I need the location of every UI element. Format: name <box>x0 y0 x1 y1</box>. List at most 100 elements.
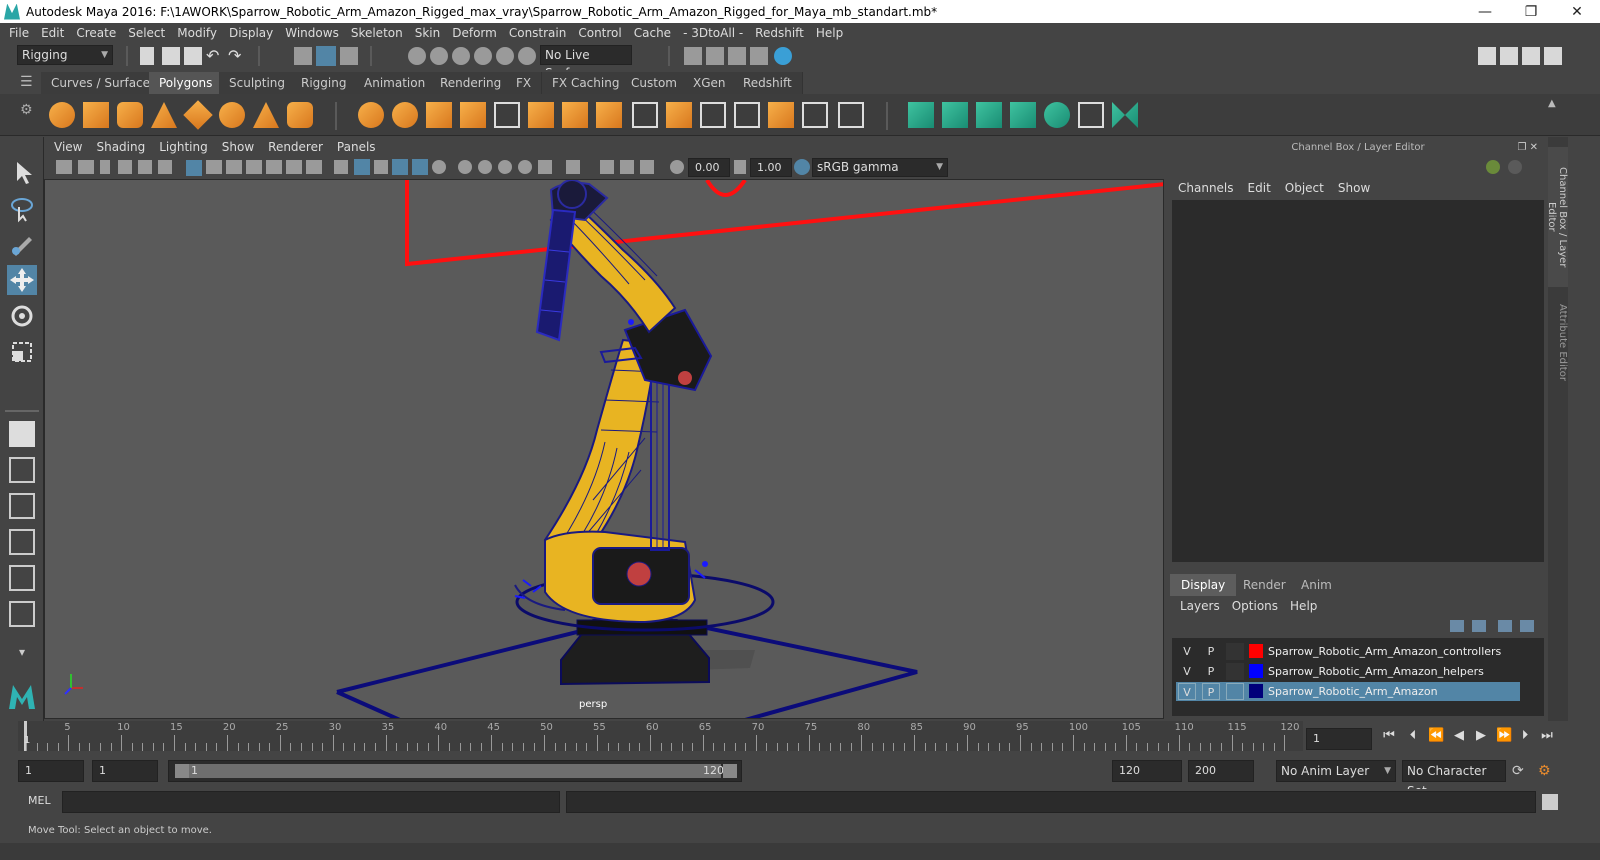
safe-title-icon[interactable] <box>306 160 322 174</box>
tab-anim[interactable]: Anim <box>1290 574 1343 596</box>
minimize-button[interactable]: — <box>1462 4 1508 20</box>
new-scene-icon[interactable] <box>140 47 154 65</box>
fill-hole-icon[interactable] <box>838 102 864 128</box>
poly-torus-icon[interactable] <box>219 102 245 128</box>
2d-pan-zoom-icon[interactable] <box>138 160 152 174</box>
hypershade-icon[interactable] <box>774 47 792 65</box>
menu-skeleton[interactable]: Skeleton <box>351 26 403 40</box>
poly-pyramid-icon[interactable] <box>253 102 279 128</box>
viewport-menu-view[interactable]: View <box>54 140 82 154</box>
snap-curve-icon[interactable] <box>430 47 448 65</box>
uv-editor-icon[interactable] <box>1078 102 1104 128</box>
tab-display[interactable]: Display <box>1170 574 1237 596</box>
range-slider[interactable]: 1 120 <box>168 760 742 782</box>
merge-icon[interactable] <box>768 102 794 128</box>
poly-sphere-icon[interactable] <box>49 102 75 128</box>
playback-end-field[interactable]: 120 <box>1112 760 1182 782</box>
menu-redshift[interactable]: Redshift <box>755 26 804 40</box>
select-component-icon[interactable] <box>340 47 358 65</box>
workspace-layout-icon[interactable] <box>1478 47 1496 65</box>
tab-rendering[interactable]: Rendering <box>430 72 513 94</box>
step-back-key-icon[interactable]: ⏪ <box>1428 729 1444 743</box>
layout-options-icon[interactable]: ▾ <box>7 637 37 667</box>
tab-custom[interactable]: Custom <box>621 72 688 94</box>
render-view-icon[interactable] <box>684 47 702 65</box>
select-hierarchy-icon[interactable] <box>294 47 312 65</box>
append-polygon-icon[interactable] <box>596 102 622 128</box>
menu-windows[interactable]: Windows <box>285 26 339 40</box>
move-layer-up-icon[interactable] <box>1450 620 1464 632</box>
gamma-field[interactable]: 1.00 <box>750 158 792 177</box>
menu-deform[interactable]: Deform <box>452 26 497 40</box>
unfold-icon[interactable] <box>1044 102 1070 128</box>
auto-key-icon[interactable]: ⟳ <box>1512 762 1530 780</box>
menuset-dropdown[interactable]: Rigging ▼ <box>17 45 113 65</box>
select-object-icon[interactable] <box>316 46 336 66</box>
poly-pipe-icon[interactable] <box>287 102 313 128</box>
tab-channel-box-layer-editor[interactable]: Channel Box / Layer Editor <box>1546 147 1568 287</box>
xray-icon[interactable] <box>412 159 428 175</box>
layer-playback-toggle[interactable]: P <box>1202 663 1220 680</box>
snap-view-plane-icon[interactable] <box>474 47 492 65</box>
isolate-select-icon[interactable] <box>566 160 580 174</box>
outliner-layout-icon[interactable] <box>9 529 35 555</box>
help-menu[interactable]: Help <box>1290 599 1317 613</box>
planar-mapping-icon[interactable] <box>908 102 934 128</box>
float-panel-icon[interactable]: ❐ ✕ <box>1517 137 1538 159</box>
save-scene-icon[interactable] <box>184 47 202 65</box>
new-layer-icon[interactable] <box>1498 620 1512 632</box>
graph-editor-layout-icon[interactable] <box>9 565 35 591</box>
options-menu[interactable]: Options <box>1232 599 1278 613</box>
menu-constrain[interactable]: Constrain <box>509 26 567 40</box>
collapse-icon[interactable] <box>802 102 828 128</box>
shadows-icon[interactable] <box>458 160 472 174</box>
ipr-render-icon[interactable] <box>728 47 746 65</box>
layer-color-swatch[interactable] <box>1249 644 1263 658</box>
play-backwards-icon[interactable]: ◀ <box>1452 729 1466 743</box>
snap-point-icon[interactable] <box>452 47 470 65</box>
anim-layer-dropdown[interactable]: No Anim Layer ▼ <box>1276 760 1396 782</box>
resolution-gate-icon[interactable] <box>226 160 242 174</box>
viewport-menu-renderer[interactable]: Renderer <box>268 140 323 154</box>
anti-aliasing-icon[interactable] <box>518 160 532 174</box>
viewport-menu-panels[interactable]: Panels <box>337 140 376 154</box>
viewport-menu-lighting[interactable]: Lighting <box>159 140 208 154</box>
hypershade-layout-icon[interactable] <box>9 601 35 627</box>
menu-file[interactable]: File <box>9 26 29 40</box>
move-layer-down-icon[interactable] <box>1472 620 1486 632</box>
smooth-shade-icon[interactable] <box>354 159 370 175</box>
separate-icon[interactable] <box>392 102 418 128</box>
bevel-icon[interactable] <box>562 102 588 128</box>
camera-attributes-icon[interactable] <box>78 160 94 174</box>
menu-display[interactable]: Display <box>229 26 273 40</box>
step-forward-frame-icon[interactable]: ⏵ <box>1518 729 1532 743</box>
insert-edge-loop-icon[interactable] <box>734 102 760 128</box>
mel-label[interactable]: MEL <box>28 794 51 807</box>
gate-mask-icon[interactable] <box>246 160 262 174</box>
live-surface-icon[interactable] <box>518 47 536 65</box>
snap-surface-icon[interactable] <box>496 47 514 65</box>
wireframe-on-shaded-icon[interactable] <box>392 159 408 175</box>
layer-color-swatch[interactable] <box>1249 684 1263 698</box>
layer-visibility-toggle[interactable]: V <box>1178 663 1196 680</box>
motion-blur-icon[interactable] <box>498 160 512 174</box>
poly-plane-icon[interactable] <box>183 100 213 130</box>
shelf-scroll-icon[interactable]: ▲ <box>1548 98 1560 116</box>
layer-display-type[interactable] <box>1226 683 1244 700</box>
script-editor-icon[interactable] <box>1542 794 1558 810</box>
two-view-layout-icon[interactable] <box>9 493 35 519</box>
layer-playback-toggle[interactable]: P <box>1202 643 1220 660</box>
edge-loop-icon[interactable] <box>700 102 726 128</box>
show-menu[interactable]: Show <box>1338 181 1370 195</box>
channel-box-area[interactable] <box>1172 200 1544 562</box>
menu-icon[interactable]: ☰ <box>20 74 38 92</box>
redo-icon[interactable]: ↷ <box>228 47 246 65</box>
menu-help[interactable]: Help <box>816 26 843 40</box>
viewport-menu-shading[interactable]: Shading <box>96 140 145 154</box>
safe-action-icon[interactable] <box>286 160 302 174</box>
exposure-icon[interactable] <box>670 160 684 174</box>
controller-curve[interactable] <box>405 180 1164 267</box>
combine-icon[interactable] <box>358 102 384 128</box>
poly-cone-icon[interactable] <box>151 102 177 128</box>
layer-display-type[interactable] <box>1226 663 1244 680</box>
